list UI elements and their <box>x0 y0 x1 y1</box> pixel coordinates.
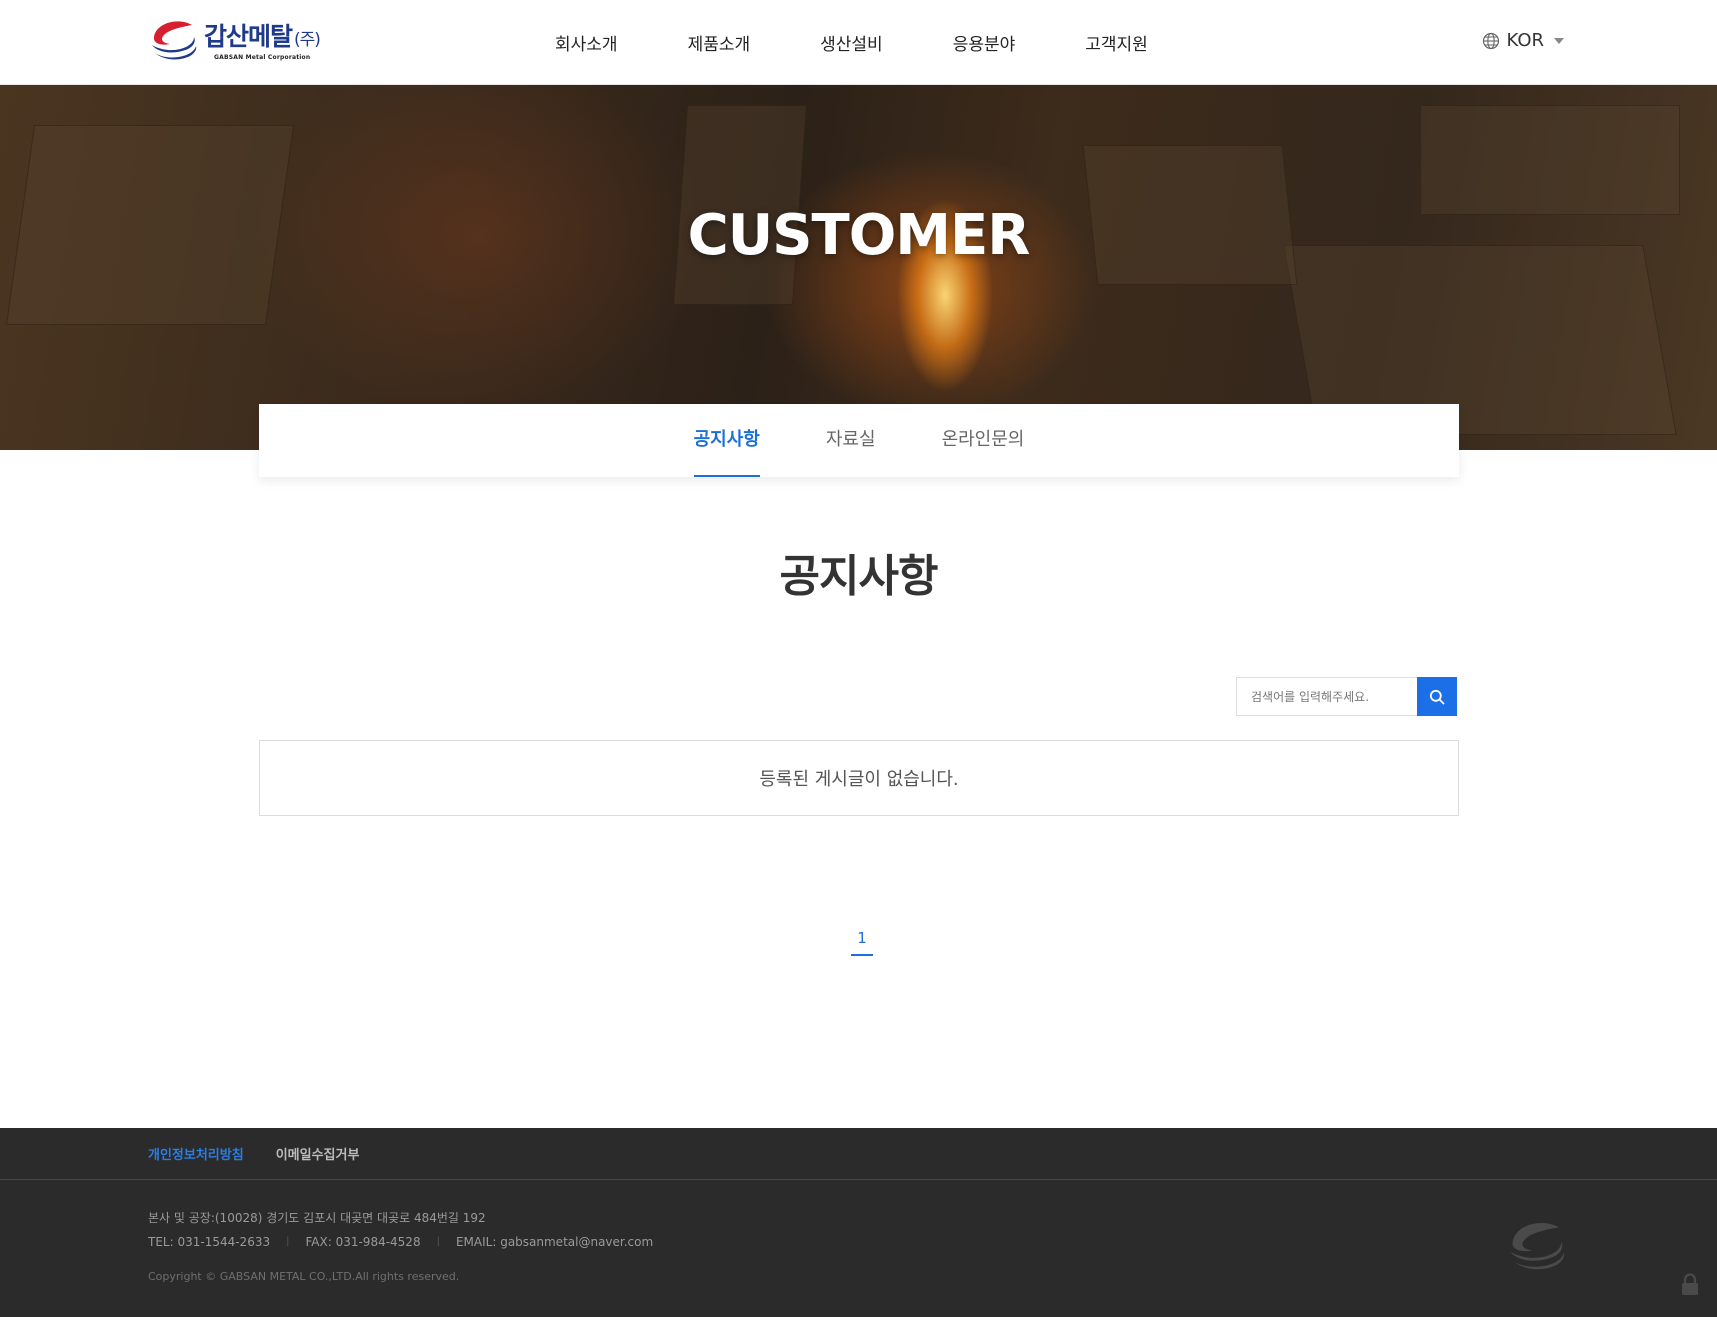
main-nav: 회사소개 제품소개 생산설비 응용분야 고객지원 <box>520 0 1183 85</box>
nav-item-company[interactable]: 회사소개 <box>555 30 618 55</box>
search-button[interactable] <box>1417 677 1457 716</box>
copyright: Copyright © GABSAN METAL CO.,LTD.All rig… <box>148 1270 460 1283</box>
board-list: 등록된 게시글이 없습니다. <box>259 740 1459 816</box>
sub-nav-tabs: 공지사항 자료실 온라인문의 <box>259 404 1459 477</box>
logo-english-name: GABSAN Metal Corporation <box>214 54 311 61</box>
footer-logo-icon <box>1510 1222 1565 1270</box>
tab-notice[interactable]: 공지사항 <box>661 404 793 477</box>
empty-message: 등록된 게시글이 없습니다. <box>759 769 959 790</box>
hero-title: CUSTOMER <box>687 203 1031 268</box>
footer-fax: FAX: 031-984-4528 <box>305 1235 421 1249</box>
footer-links: 개인정보처리방침 이메일수집거부 <box>0 1128 1717 1180</box>
nav-item-facilities[interactable]: 생산설비 <box>820 30 883 55</box>
email-refusal-link[interactable]: 이메일수집거부 <box>276 1144 360 1163</box>
site-header: 갑산메탈 (주) GABSAN Metal Corporation 회사소개 제품… <box>0 0 1717 85</box>
logo-wordmark: 갑산메탈 (주) <box>204 22 321 51</box>
logo-swirl-icon <box>152 21 197 60</box>
page-number-current[interactable]: 1 <box>851 929 873 956</box>
page-title: 공지사항 <box>779 551 939 602</box>
search-input[interactable] <box>1236 677 1417 716</box>
search-icon <box>1429 689 1445 704</box>
footer-tel: TEL: 031-1544-2633 <box>148 1235 271 1249</box>
nav-item-applications[interactable]: 응용분야 <box>953 30 1016 55</box>
nav-item-support[interactable]: 고객지원 <box>1085 30 1148 55</box>
tab-archive[interactable]: 자료실 <box>793 404 909 477</box>
site-footer: 개인정보처리방침 이메일수집거부 본사 및 공장:(10028) 경기도 김포시… <box>0 1128 1717 1317</box>
footer-address: 본사 및 공장:(10028) 경기도 김포시 대곶면 대곶로 484번길 19… <box>148 1211 486 1225</box>
lock-icon[interactable] <box>1680 1273 1700 1297</box>
board-search <box>1236 677 1457 716</box>
footer-info: 본사 및 공장:(10028) 경기도 김포시 대곶면 대곶로 484번길 19… <box>0 1180 1717 1283</box>
language-selector[interactable]: KOR <box>1482 30 1564 51</box>
globe-icon <box>1482 32 1499 49</box>
language-label: KOR <box>1506 30 1545 51</box>
privacy-policy-link[interactable]: 개인정보처리방침 <box>148 1144 244 1163</box>
tab-online-inquiry[interactable]: 온라인문의 <box>909 404 1058 477</box>
hero-banner: CUSTOMER <box>0 85 1717 450</box>
hero-bg-shape <box>1420 105 1680 215</box>
footer-email: EMAIL: gabsanmetal@naver.com <box>455 1235 654 1249</box>
footer-contact: TEL: 031-1544-2633 | FAX: 031-984-4528 |… <box>148 1230 1717 1254</box>
caret-down-icon <box>1554 37 1564 44</box>
separator: | <box>286 1236 290 1247</box>
pagination: 1 <box>851 929 873 956</box>
separator: | <box>436 1236 440 1247</box>
nav-item-products[interactable]: 제품소개 <box>688 30 751 55</box>
company-logo[interactable]: 갑산메탈 (주) GABSAN Metal Corporation <box>148 18 330 66</box>
